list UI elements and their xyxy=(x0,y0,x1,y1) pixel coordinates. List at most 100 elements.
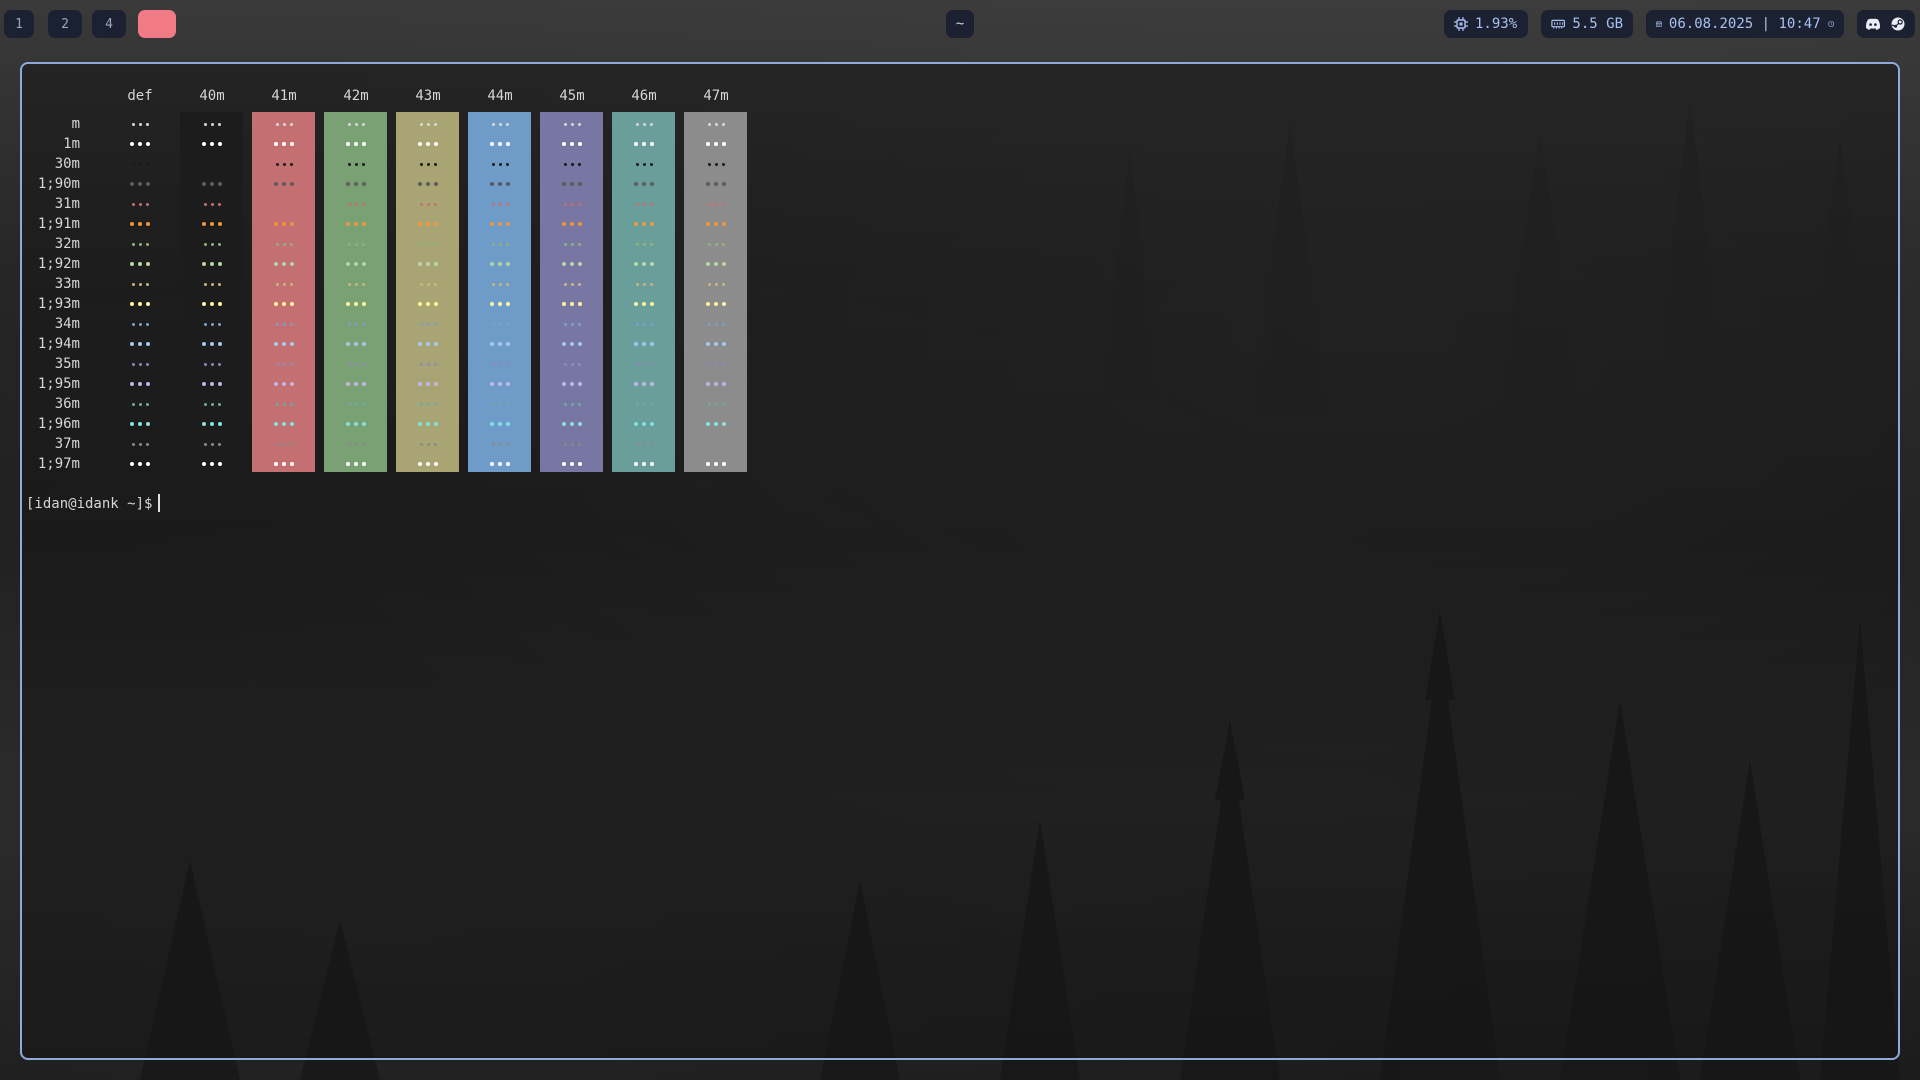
sample-glyph xyxy=(426,362,430,366)
sample-glyph xyxy=(210,202,214,206)
sample-glyph xyxy=(650,462,654,466)
sample-cell xyxy=(540,214,604,234)
sample-glyph xyxy=(275,362,279,366)
sample-glyph xyxy=(426,342,430,346)
cpu-widget[interactable]: 1.93% xyxy=(1444,10,1528,38)
sample-glyph xyxy=(498,242,502,246)
sample-glyph xyxy=(419,122,423,126)
column-header: def xyxy=(127,88,153,104)
sample-glyph xyxy=(570,442,574,446)
workspace-active-button[interactable] xyxy=(138,10,176,38)
shell-prompt[interactable]: [idan@idank ~]$ xyxy=(26,494,161,512)
sample-glyph xyxy=(721,202,725,206)
sample-glyph xyxy=(275,202,279,206)
sample-glyph xyxy=(506,302,510,306)
sample-glyph xyxy=(433,242,437,246)
sample-glyph xyxy=(282,122,286,126)
sample-glyph xyxy=(274,142,278,146)
sample-cell xyxy=(540,134,604,154)
sample-glyph xyxy=(210,182,214,186)
sample-cell xyxy=(252,434,316,454)
sample-glyph xyxy=(138,322,142,326)
sample-glyph xyxy=(635,202,639,206)
sample-cell xyxy=(252,374,316,394)
sample-glyph xyxy=(649,282,653,286)
discord-icon[interactable] xyxy=(1865,18,1881,30)
memory-widget[interactable]: 5.5 GB xyxy=(1541,10,1633,38)
sample-cell xyxy=(396,414,460,434)
workspace-1-button[interactable]: 1 xyxy=(4,10,34,38)
sample-glyph xyxy=(275,402,279,406)
sample-glyph xyxy=(722,342,726,346)
sample-glyph xyxy=(202,462,206,466)
sample-cell xyxy=(396,194,460,214)
sample-glyph xyxy=(650,142,654,146)
sample-cell xyxy=(252,294,316,314)
sample-glyph xyxy=(714,142,718,146)
sample-glyph xyxy=(635,362,639,366)
sample-glyph xyxy=(146,342,150,346)
sample-glyph xyxy=(346,462,350,466)
workspace-4-button[interactable]: 4 xyxy=(92,10,126,38)
sample-cell xyxy=(324,174,388,194)
sample-glyph xyxy=(706,422,710,426)
sample-glyph xyxy=(130,302,134,306)
sample-glyph xyxy=(714,362,718,366)
sample-glyph xyxy=(642,242,646,246)
sample-glyph xyxy=(202,382,206,386)
sample-glyph xyxy=(145,282,149,286)
sample-glyph xyxy=(506,222,510,226)
sample-cell xyxy=(468,454,532,474)
sample-glyph xyxy=(131,362,135,366)
sample-glyph xyxy=(419,162,423,166)
sample-glyph xyxy=(131,442,135,446)
sample-glyph xyxy=(418,342,422,346)
sample-glyph xyxy=(722,382,726,386)
terminal-window[interactable]: def 40m 41m 42m 43m 44m 45m 46m 47m m 1m 30m 1;90m 31… xyxy=(20,62,1900,1060)
sample-glyph xyxy=(347,322,351,326)
sample-cell xyxy=(684,374,748,394)
sample-cell xyxy=(108,314,172,334)
sample-glyph xyxy=(563,162,567,166)
sample-glyph xyxy=(203,242,207,246)
sample-glyph xyxy=(706,302,710,306)
sample-cell xyxy=(180,434,244,454)
steam-icon[interactable] xyxy=(1891,17,1905,31)
row-label: 1;97m xyxy=(37,456,80,472)
sample-cell xyxy=(324,134,388,154)
sample-glyph xyxy=(650,262,654,266)
sample-cell xyxy=(108,254,172,274)
sample-glyph xyxy=(290,382,294,386)
sample-cell xyxy=(540,454,604,474)
sample-glyph xyxy=(426,462,430,466)
sample-glyph xyxy=(426,162,430,166)
datetime-widget[interactable]: 06.08.2025 | 10:47 xyxy=(1646,10,1844,38)
sample-cell xyxy=(612,154,676,174)
sample-glyph xyxy=(346,222,350,226)
sample-glyph xyxy=(361,242,365,246)
sample-glyph xyxy=(562,262,566,266)
sample-glyph xyxy=(131,242,135,246)
sample-glyph xyxy=(578,462,582,466)
calendar-icon xyxy=(1656,21,1662,28)
workspace-2-button[interactable]: 2 xyxy=(48,10,82,38)
window-title-pill[interactable]: ~ xyxy=(946,10,974,38)
sample-glyph xyxy=(362,342,366,346)
sample-glyph xyxy=(217,122,221,126)
sample-glyph xyxy=(203,122,207,126)
sample-glyph xyxy=(635,402,639,406)
sample-glyph xyxy=(130,222,134,226)
sample-glyph xyxy=(354,422,358,426)
row-label: 1;90m xyxy=(37,176,80,192)
sample-glyph xyxy=(146,182,150,186)
sample-glyph xyxy=(570,262,574,266)
row-label: 1;96m xyxy=(37,416,80,432)
sample-glyph xyxy=(218,342,222,346)
sample-cell xyxy=(612,414,676,434)
sample-glyph xyxy=(578,382,582,386)
row-label: 1;93m xyxy=(37,296,80,312)
sample-glyph xyxy=(498,462,502,466)
sample-cell xyxy=(540,334,604,354)
sample-glyph xyxy=(426,282,430,286)
sample-cell xyxy=(252,214,316,234)
